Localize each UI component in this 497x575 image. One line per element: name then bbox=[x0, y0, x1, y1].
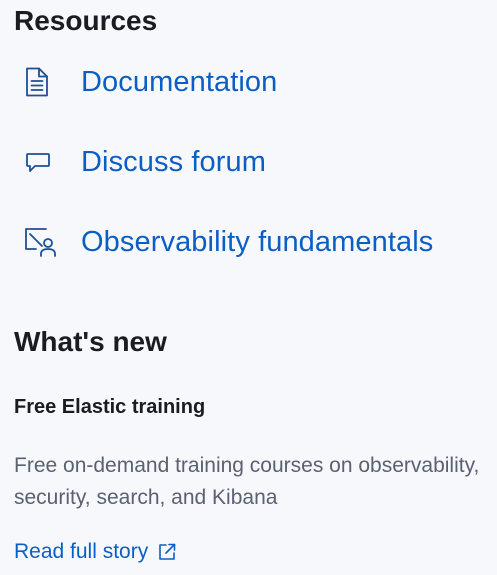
training-icon bbox=[24, 224, 60, 260]
external-link-icon bbox=[157, 542, 177, 562]
page: Resources Documentation Discuss forum Ob… bbox=[0, 0, 497, 575]
read-full-story-link[interactable]: Read full story bbox=[14, 537, 177, 567]
news-item-description: Free on-demand training courses on obser… bbox=[14, 454, 480, 509]
documentation-link-label: Documentation bbox=[81, 66, 278, 98]
discuss-forum-link[interactable]: Discuss forum bbox=[24, 142, 266, 182]
whats-new-heading: What's new bbox=[14, 326, 167, 357]
discuss-forum-link-label: Discuss forum bbox=[81, 146, 266, 178]
documentation-link[interactable]: Documentation bbox=[24, 62, 277, 102]
chat-icon bbox=[24, 144, 60, 180]
observability-fundamentals-link[interactable]: Observability fundamentals bbox=[24, 222, 433, 262]
document-icon bbox=[24, 64, 60, 100]
read-full-story-label: Read full story bbox=[14, 540, 149, 563]
news-item-title: Free Elastic training bbox=[14, 396, 206, 418]
observability-fundamentals-link-label: Observability fundamentals bbox=[81, 226, 434, 258]
resources-heading: Resources bbox=[14, 5, 158, 36]
